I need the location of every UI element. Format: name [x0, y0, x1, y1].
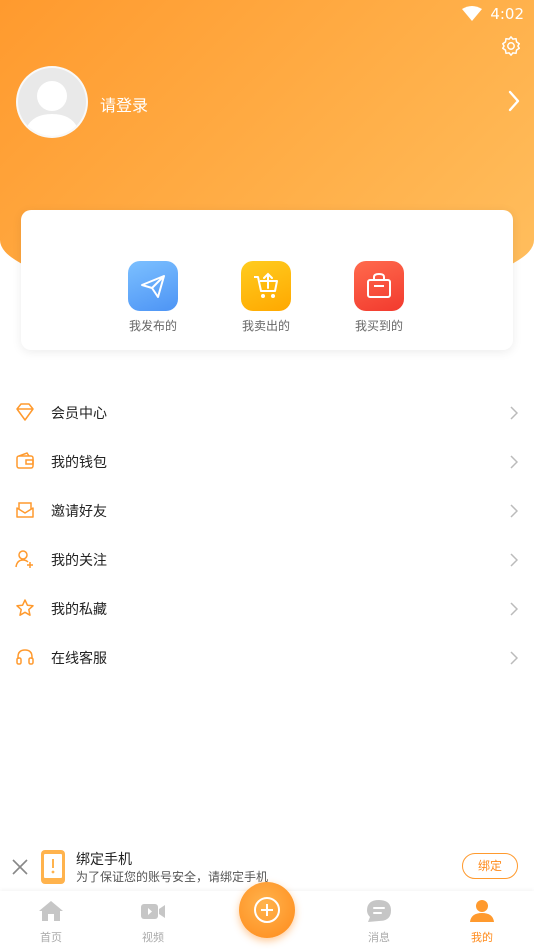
tab-label: 消息 [368, 931, 390, 944]
menu-item-wallet[interactable]: 我的钱包 [0, 437, 534, 486]
menu-item-support[interactable]: 在线客服 [0, 633, 534, 682]
tab-label: 视频 [142, 931, 164, 944]
message-icon [367, 900, 391, 922]
chevron-right-icon [510, 406, 518, 420]
tab-label: 首页 [40, 931, 62, 944]
tab-messages[interactable]: 消息 [349, 899, 409, 945]
order-published[interactable]: 我发布的 [113, 261, 193, 334]
video-icon [141, 904, 165, 919]
headset-icon [16, 649, 34, 665]
menu-label: 我的关注 [51, 553, 107, 569]
bind-phone-title: 绑定手机 [76, 852, 132, 868]
menu-item-membership[interactable]: 会员中心 [0, 388, 534, 437]
tab-me[interactable]: 我的 [452, 899, 512, 945]
menu-item-favorites[interactable]: 我的私藏 [0, 584, 534, 633]
bind-phone-subtitle: 为了保证您的账号安全，请绑定手机 [76, 870, 269, 884]
envelope-icon [16, 502, 34, 518]
tab-label: 我的 [471, 931, 493, 944]
plus-icon [254, 897, 280, 923]
menu-label: 我的钱包 [51, 455, 107, 471]
menu-label: 在线客服 [51, 651, 107, 667]
close-icon[interactable] [10, 857, 30, 877]
order-sold-label: 我卖出的 [241, 319, 290, 333]
paper-plane-icon [128, 261, 178, 311]
cart-upload-icon [241, 261, 291, 311]
chevron-right-icon [510, 553, 518, 567]
chevron-right-icon [510, 651, 518, 665]
tab-home[interactable]: 首页 [21, 899, 81, 945]
chevron-right-icon [510, 504, 518, 518]
home-icon [39, 901, 63, 921]
avatar[interactable] [16, 66, 88, 138]
menu-list: 会员中心 我的钱包 邀请好友 我的关注 我的私藏 在线客服 [0, 388, 534, 682]
star-icon [16, 599, 34, 616]
status-time: 4:02 [490, 5, 524, 23]
chevron-right-icon [510, 602, 518, 616]
order-bought-label: 我买到的 [354, 319, 403, 333]
orders-card: 我发布的 我卖出的 我买到的 [21, 210, 513, 350]
chevron-right-icon[interactable] [507, 90, 521, 112]
chevron-right-icon [510, 455, 518, 469]
wifi-icon [462, 6, 482, 21]
order-sold[interactable]: 我卖出的 [226, 261, 306, 334]
tab-video[interactable]: 视频 [123, 899, 183, 945]
phone-icon [41, 850, 65, 884]
diamond-icon [16, 403, 34, 421]
person-icon [470, 900, 494, 922]
order-bought[interactable]: 我买到的 [339, 261, 419, 334]
login-prompt[interactable]: 请登录 [100, 92, 148, 116]
menu-label: 邀请好友 [51, 504, 107, 520]
menu-item-invite[interactable]: 邀请好友 [0, 486, 534, 535]
settings-gear-icon[interactable] [500, 35, 522, 57]
publish-plus-button[interactable] [239, 882, 295, 938]
user-plus-icon [15, 550, 33, 568]
wallet-icon [16, 452, 34, 469]
profile-row[interactable]: 请登录 [16, 66, 521, 138]
default-avatar-icon [24, 81, 80, 136]
menu-item-following[interactable]: 我的关注 [0, 535, 534, 584]
order-published-label: 我发布的 [128, 319, 177, 333]
shopping-bag-icon [354, 261, 404, 311]
menu-label: 我的私藏 [51, 602, 107, 618]
status-bar: 4:02 [0, 0, 534, 30]
bind-phone-button[interactable]: 绑定 [462, 853, 518, 879]
menu-label: 会员中心 [51, 406, 107, 422]
